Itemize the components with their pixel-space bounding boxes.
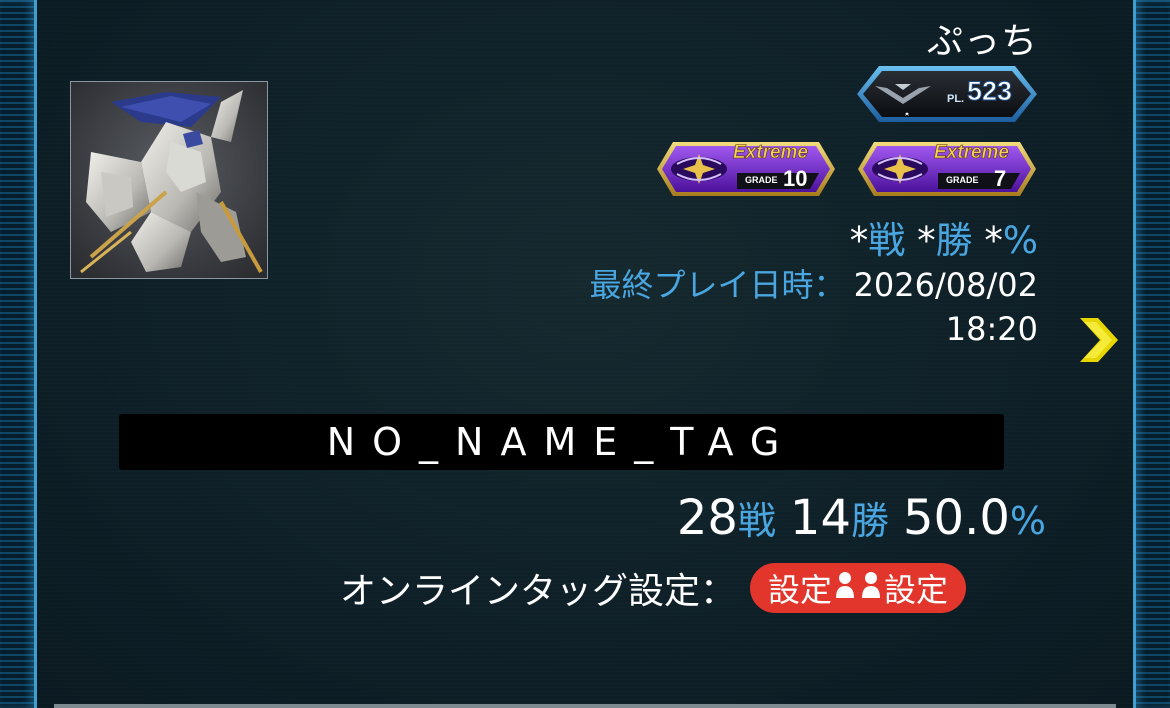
pilot-level-value: 523 <box>966 76 1013 107</box>
pilot-level-badge: PL. 523 <box>855 64 1039 128</box>
svg-text:PL.: PL. <box>947 93 964 105</box>
grade-badge-2: Extreme GRADE 7 <box>856 140 1038 202</box>
grade-value-2: 7 <box>994 166 1007 191</box>
overall-wins-unit: 勝 <box>935 219 973 262</box>
tag-record: 28戦 14勝 50.0% <box>677 490 1046 546</box>
chevron-right-icon[interactable] <box>1078 316 1120 368</box>
last-play: 最終プレイ日時： 2026/08/02 <box>590 260 1038 306</box>
tag-battles: 28 <box>676 490 738 546</box>
online-tag-button[interactable]: 設定 設定 <box>750 563 967 613</box>
tag-wins: 14 <box>789 490 851 546</box>
last-play-label: 最終プレイ日時： <box>589 266 846 304</box>
grade-label-1: Extreme <box>733 142 809 164</box>
online-tag-button-right: 設定 <box>884 571 949 609</box>
bottom-divider <box>54 704 1116 708</box>
online-tag-label: オンラインタッグ設定： <box>340 571 737 612</box>
frame-right <box>1133 0 1170 708</box>
grade-word-1: GRADE <box>745 175 778 185</box>
tag-name-bar[interactable]: NO_NAME_TAG <box>119 414 1004 470</box>
player-name: ぷっち <box>926 21 1038 62</box>
overall-record: *戦 *勝 *% <box>850 210 1038 264</box>
mobile-suit-image <box>71 82 267 278</box>
grade-word-2: GRADE <box>946 175 979 185</box>
overall-battles-unit: 戦 <box>868 219 906 262</box>
frame-left <box>0 0 37 708</box>
overall-wins: * <box>917 219 936 262</box>
online-tag-setting: オンラインタッグ設定： 設定 設定 <box>340 562 967 614</box>
tag-rate: 50.0 <box>903 490 1010 546</box>
avatar[interactable] <box>70 81 268 279</box>
tag-rate-unit: % <box>1009 499 1046 543</box>
grade-value-1: 10 <box>783 166 808 191</box>
tag-battles-unit: 戦 <box>737 499 776 543</box>
overall-rate: * <box>984 219 1003 262</box>
overall-battles: * <box>849 219 869 262</box>
grade-badge-1: Extreme GRADE 10 <box>655 140 837 202</box>
tag-wins-unit: 勝 <box>851 499 890 543</box>
grade-label-2: Extreme <box>934 142 1010 164</box>
overall-rate-unit: % <box>1002 219 1038 262</box>
online-tag-button-left: 設定 <box>768 571 833 609</box>
last-play-date: 2026/08/02 <box>853 266 1038 304</box>
person-icon <box>861 569 881 607</box>
last-play-time: 18:20 <box>945 310 1038 348</box>
person-icon <box>835 569 855 607</box>
